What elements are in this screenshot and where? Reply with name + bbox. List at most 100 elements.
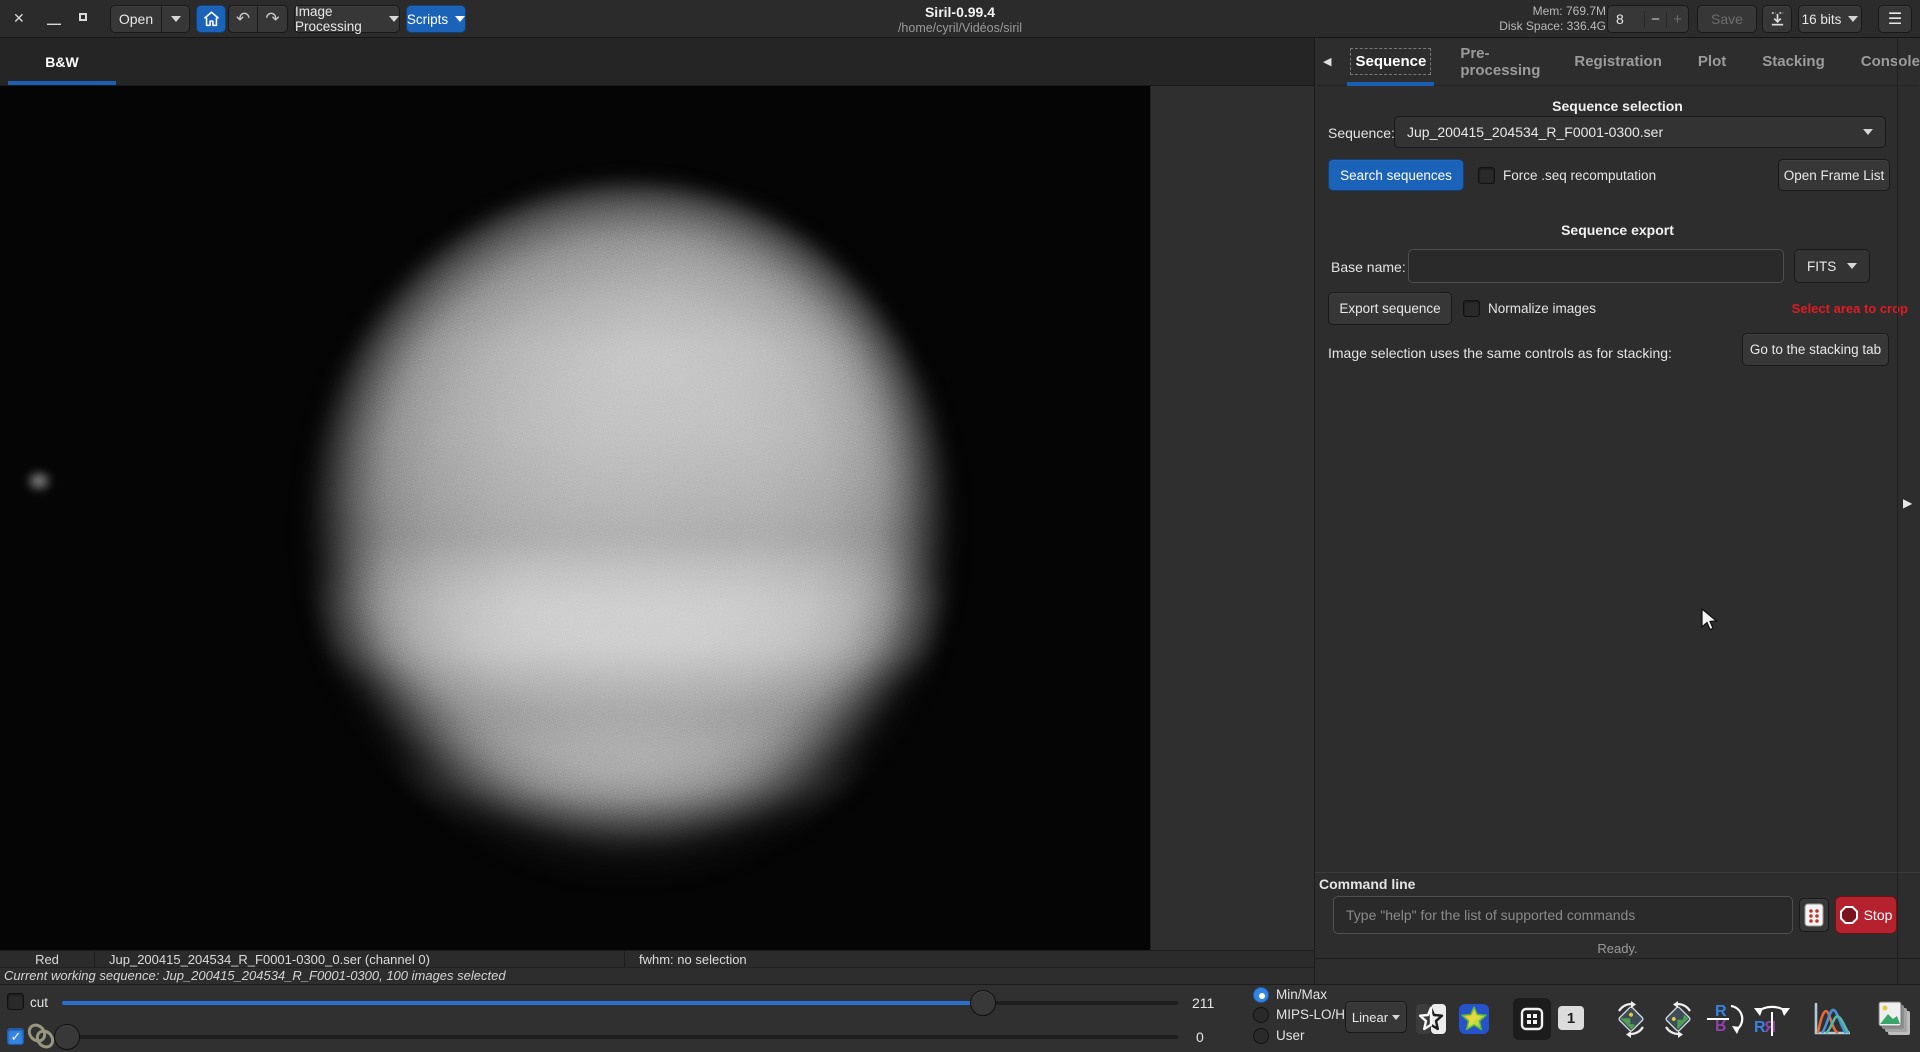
maximize-window-icon[interactable] [79,13,87,21]
minus-icon: − [1651,11,1660,28]
display-mode-value: Linear [1352,1010,1388,1025]
spin-decrement-button[interactable]: − [1644,11,1666,28]
stop-button-label: Stop [1864,907,1893,923]
base-name-input[interactable] [1408,249,1784,283]
open-recent-dropdown[interactable] [162,5,190,33]
sequence-image-list-button[interactable] [1874,999,1914,1039]
save-button[interactable]: Save [1697,5,1757,33]
cut-checkbox[interactable] [7,993,24,1010]
low-slider-thumb[interactable] [54,1024,80,1050]
mipslohi-radio[interactable] [1253,1007,1269,1023]
hamburger-menu-button[interactable]: ☰ [1878,5,1912,33]
sequence-selection-heading: Sequence selection [1315,98,1920,114]
image-canvas[interactable] [0,86,1150,950]
link-sliders-checkbox[interactable] [7,1028,24,1045]
tab-sequence[interactable]: Sequence [1345,38,1436,86]
high-slider-thumb[interactable] [970,990,996,1016]
search-sequences-button[interactable]: Search sequences [1328,159,1464,191]
viewer-background [1150,86,1314,950]
tab-stacking[interactable]: Stacking [1752,38,1835,86]
sequence-dropdown[interactable]: Jup_200415_204534_R_F0001-0300.ser [1394,116,1886,148]
export-sequence-label: Export sequence [1339,301,1440,316]
tab-pre-processing-label: Pre-processing [1460,45,1540,79]
command-status-text: Ready. [1315,941,1920,956]
open-frame-list-button[interactable]: Open Frame List [1778,159,1890,191]
stop-button[interactable]: Stop [1835,896,1897,934]
viewer-tabstrip: B&W [0,38,1314,86]
user-radio[interactable] [1253,1028,1269,1044]
save-as-button[interactable] [1762,5,1792,33]
tab-pre-processing[interactable]: Pre-processing [1450,38,1550,86]
go-to-stacking-tab-button[interactable]: Go to the stacking tab [1742,333,1889,366]
header-bar: ✕ — Open ↶ ↷ Image Processing Scripts [0,0,1920,38]
rotate-cw-button[interactable] [1657,999,1699,1039]
stop-octagon-icon [1840,906,1858,924]
export-format-dropdown[interactable]: FITS [1794,249,1870,283]
low-slider-track[interactable] [62,1035,1178,1039]
system-info: Mem: 769.7M Disk Space: 336.4G [1499,4,1606,34]
right-panel-bottom-divider [1315,958,1920,959]
tab-stacking-label: Stacking [1762,53,1825,70]
tab-registration[interactable]: Registration [1564,38,1672,86]
rainbow-star-icon [1458,1003,1490,1035]
command-line-input[interactable] [1334,907,1792,923]
image-processing-menu-button[interactable]: Image Processing [294,5,400,33]
single-frame-button[interactable]: 1 [1556,1004,1586,1032]
right-panel: ◀ Sequence Pre-processing Registration P… [1314,38,1920,984]
spin-value: 8 [1608,11,1644,27]
negative-view-button[interactable] [1413,1000,1449,1038]
tab-registration-label: Registration [1574,53,1662,70]
spin-increment-button[interactable]: + [1666,11,1688,28]
close-window-icon[interactable]: ✕ [13,11,25,25]
undo-button[interactable]: ↶ [228,5,258,33]
panel-expand-handle-icon[interactable]: ▶ [1903,496,1912,510]
grid-view-button[interactable] [1513,998,1551,1040]
chevron-down-icon [1848,16,1858,22]
false-color-button[interactable] [1456,1000,1492,1038]
panel-edge-divider [1897,38,1898,984]
scripts-menu-button[interactable]: Scripts [406,5,466,33]
export-sequence-button[interactable]: Export sequence [1328,292,1452,325]
memory-usage: Mem: 769.7M [1499,4,1606,19]
grid-view-icon [1520,1007,1544,1031]
command-line-divider [1315,872,1920,873]
minmax-radio[interactable] [1253,987,1269,1003]
tab-plot[interactable]: Plot [1688,38,1736,86]
normalize-images-checkbox[interactable] [1463,300,1480,317]
bottom-display-bar: cut 211 0 Min/Max MIPS-LO/HI User Linear [0,984,1920,1052]
sequence-label: Sequence: [1328,125,1395,141]
scripts-label: Scripts [407,12,448,27]
flip-vertical-icon: R R [1705,1000,1745,1038]
command-reference-button[interactable] [1799,898,1829,932]
image-noise-overlay [0,86,1150,950]
chevron-down-icon [455,16,465,22]
single-frame-icon: 1 [1558,1006,1584,1030]
zoom-spinbox[interactable]: 8 − + [1607,5,1689,33]
working-directory-path: /home/cyril/Vidéos/siril [760,21,1160,35]
minimize-window-icon[interactable]: — [47,16,61,30]
window-title: Siril-0.99.4 [760,4,1160,20]
right-panel-tabs: ◀ Sequence Pre-processing Registration P… [1317,38,1919,86]
bit-depth-dropdown[interactable]: 16 bits [1798,5,1862,33]
display-mode-dropdown[interactable]: Linear [1345,1001,1407,1033]
tab-console-label: Console [1861,53,1920,70]
save-button-label: Save [1711,11,1743,27]
histogram-button[interactable] [1810,999,1854,1039]
tab-console[interactable]: Console [1851,38,1920,86]
tab-sequence-label: Sequence [1355,53,1426,70]
tab-bw-channel[interactable]: B&W [8,38,116,85]
rotate-ccw-button[interactable] [1610,999,1652,1039]
flip-horizontal-button[interactable]: R R [1749,999,1795,1039]
chevron-down-icon [1863,129,1873,135]
search-sequences-label: Search sequences [1340,168,1452,183]
redo-button[interactable]: ↷ [258,5,288,33]
mouse-cursor [1700,608,1720,632]
open-button[interactable]: Open [110,5,162,33]
home-button[interactable] [196,5,226,33]
siril-window: ✕ — Open ↶ ↷ Image Processing Scripts [0,0,1920,1052]
force-seq-recomputation-checkbox[interactable] [1478,167,1495,184]
window-title-block: Siril-0.99.4 /home/cyril/Vidéos/siril [760,4,1160,35]
cut-label: cut [30,995,48,1010]
flip-vertical-button[interactable]: R R [1704,999,1746,1039]
tabs-scroll-left-icon[interactable]: ◀ [1317,55,1337,68]
